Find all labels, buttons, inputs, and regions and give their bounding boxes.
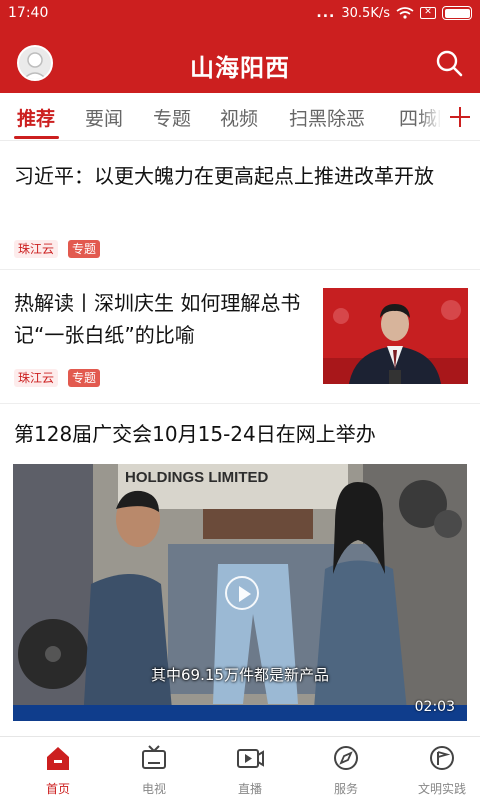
news-tags: 珠江云 专题 (14, 240, 101, 258)
app-header-bar: 17:40 ... 30.5K/s ✕ 山海阳西 (0, 0, 480, 93)
status-dots: ... (316, 5, 336, 21)
status-right-group: ... 30.5K/s ✕ (316, 5, 472, 21)
search-icon[interactable] (434, 48, 464, 78)
app-title: 山海阳西 (190, 54, 290, 82)
tab-topics[interactable]: 专题 (153, 104, 191, 131)
status-time: 17:40 (8, 5, 49, 21)
nav-tv[interactable]: 电视 (106, 741, 202, 799)
tab-video[interactable]: 视频 (220, 104, 258, 131)
home-icon (47, 747, 69, 770)
nav-label: 文明实践 (417, 782, 466, 796)
sim-card-icon: ✕ (420, 7, 436, 19)
compass-icon (334, 746, 358, 770)
video-caption: 其中69.15万件都是新产品 (151, 666, 329, 684)
video-duration: 02:03 (414, 699, 455, 715)
active-tab-indicator (14, 136, 59, 139)
news-item[interactable]: 第128届广交会10月15-24日在网上举办 HOLDINGS LIMITED (0, 405, 480, 736)
news-item[interactable]: 习近平：以更大魄力在更高起点上推进改革开放 珠江云 专题 (0, 142, 480, 270)
topic-badge: 专题 (68, 240, 101, 258)
channel-tabs: 推荐 要闻 专题 视频 扫黑除恶 四城同创 (0, 93, 480, 141)
source-tag: 珠江云 (14, 240, 59, 258)
news-feed: 习近平：以更大魄力在更高起点上推进改革开放 珠江云 专题 热解读丨深圳庆生 如何… (0, 142, 480, 736)
header: 山海阳西 (0, 28, 480, 93)
nav-live[interactable]: 直播 (202, 741, 298, 799)
news-headline: 热解读丨深圳庆生 如何理解总书记“一张白纸”的比喻 (14, 291, 301, 347)
store-sign-text: HOLDINGS LIMITED (125, 469, 268, 486)
nav-service[interactable]: 服务 (298, 741, 394, 799)
nav-label: 直播 (237, 782, 262, 796)
network-speed: 30.5K/s (341, 5, 390, 21)
news-headline: 习近平：以更大魄力在更高起点上推进改革开放 (14, 164, 434, 188)
live-video-icon (237, 749, 264, 768)
news-thumbnail (323, 288, 468, 384)
topic-badge: 专题 (68, 369, 101, 387)
nav-home[interactable]: 首页 (10, 741, 106, 799)
video-ticker-bar (13, 705, 467, 721)
plus-icon[interactable] (440, 93, 480, 140)
tab-anti-crime[interactable]: 扫黑除恶 (289, 104, 365, 131)
tab-news[interactable]: 要闻 (85, 104, 123, 131)
nav-label: 电视 (141, 782, 166, 796)
video-player[interactable]: HOLDINGS LIMITED 其中69.15万件都是新产品 02:03 (13, 464, 467, 721)
tab-recommend[interactable]: 推荐 (17, 104, 55, 131)
nav-label: 首页 (45, 782, 70, 796)
news-photo-image (323, 288, 468, 384)
tv-icon (142, 745, 166, 769)
nav-label: 服务 (333, 782, 358, 796)
status-bar: 17:40 ... 30.5K/s ✕ (0, 0, 480, 28)
tabs-fade (418, 93, 442, 140)
wifi-icon (396, 7, 414, 19)
news-tags: 珠江云 专题 (14, 369, 101, 387)
news-headline: 第128届广交会10月15-24日在网上举办 (14, 422, 376, 446)
flag-circle-icon (430, 746, 454, 770)
play-icon[interactable] (225, 576, 259, 610)
battery-icon (442, 6, 472, 20)
news-item[interactable]: 热解读丨深圳庆生 如何理解总书记“一张白纸”的比喻 珠江云 专题 (0, 271, 480, 404)
source-tag: 珠江云 (14, 369, 59, 387)
bottom-nav: 首页 电视 直播 服务 文明实践 (0, 736, 480, 800)
nav-civilization[interactable]: 文明实践 (394, 741, 480, 799)
